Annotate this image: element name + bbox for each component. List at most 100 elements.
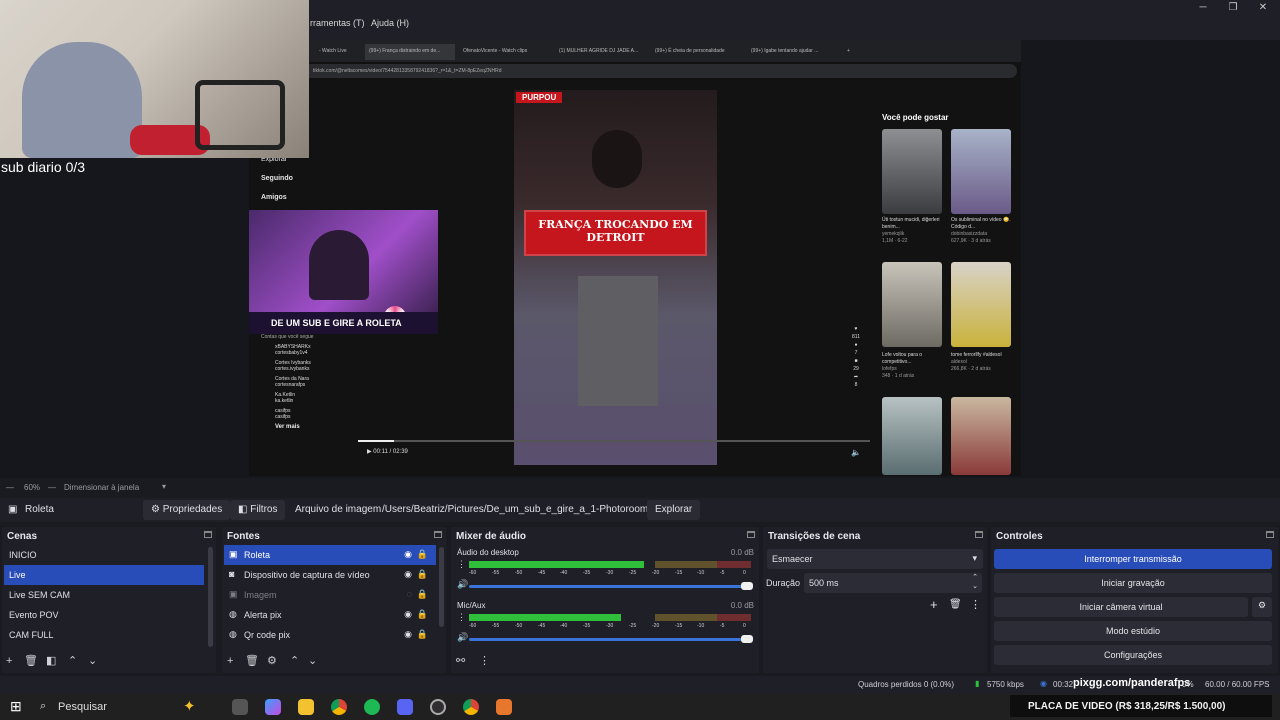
source-toolbar: ▣ Roleta ⚙ Propriedades ◧ Filtros Arquiv… [0, 498, 1280, 522]
volume-slider[interactable] [469, 635, 753, 643]
volume-icon: 🔈 [851, 448, 861, 457]
kebab-icon[interactable]: ⋮ [970, 598, 981, 611]
kebab-icon[interactable]: ⋮ [457, 559, 466, 570]
video-progress [358, 440, 870, 442]
trash-icon[interactable]: 🗑 [24, 654, 38, 667]
source-item[interactable]: ◍ Qr code pix ◉ 🔒 [224, 625, 436, 645]
meter-tick-label: -40 [560, 623, 568, 629]
speaker-icon[interactable]: 🔊 [457, 579, 468, 590]
scene-item[interactable]: Live [4, 565, 204, 585]
virtual-camera-settings-button[interactable]: ⚙ [1252, 597, 1272, 617]
filter-icon[interactable]: ◧ [46, 654, 56, 667]
meter-tick-label: -25 [629, 570, 637, 576]
minimize-icon[interactable]: ─ [1193, 2, 1213, 13]
new-tab-icon: + [847, 48, 850, 54]
slider-knob[interactable] [741, 635, 753, 643]
app-icon[interactable] [496, 699, 512, 715]
source-item[interactable]: ◍ Alerta pix ◉ 🔒 [224, 605, 436, 625]
scrollbar[interactable] [208, 547, 213, 647]
undock-icon[interactable] [1266, 531, 1274, 538]
signal-icon: ▮ [975, 679, 980, 688]
duration-input[interactable]: 500 ms ⌃ ⌄ [804, 573, 982, 593]
copilot-icon[interactable] [265, 699, 281, 715]
scrollbar[interactable] [439, 547, 444, 627]
obs-icon[interactable] [430, 699, 446, 715]
pix-url: pixgg.com/panderafps [1073, 677, 1191, 689]
filters-button[interactable]: ◧ Filtros [230, 500, 286, 520]
comment-icon: ● [854, 342, 858, 348]
undock-icon[interactable] [747, 531, 755, 538]
taskbar-search[interactable]: Pesquisar [58, 701, 107, 713]
source-item[interactable]: ▣ Imagem ◌ 🔒 [224, 585, 436, 605]
scene-item[interactable]: INICIO [4, 545, 204, 565]
close-icon[interactable]: ✕ [1253, 2, 1273, 13]
discord-icon[interactable] [397, 699, 413, 715]
volume-slider[interactable] [469, 582, 753, 590]
speaker-icon[interactable]: 🔊 [457, 632, 468, 643]
browser-tab: (99+) França distraindo em de... [365, 44, 455, 60]
slider-knob[interactable] [741, 582, 753, 590]
undock-icon[interactable] [434, 531, 442, 538]
chevron-up-icon[interactable]: ⌃ [68, 654, 77, 667]
meter-green [469, 614, 621, 621]
scene-item[interactable]: CAM FULL [4, 625, 204, 645]
source-item[interactable]: ▣ Roleta ◉ 🔒 [224, 545, 436, 565]
lock-icon[interactable]: 🔒 [417, 569, 428, 580]
browser-tabbar: - Watch Live (99+) França distraindo em … [249, 40, 1021, 62]
scenes-dock: Cenas INICIO Live Live SEM CAM Evento PO… [2, 527, 216, 673]
chevron-down-icon[interactable]: ⌄ [88, 654, 97, 667]
chevron-down-icon[interactable]: ⌄ [308, 654, 317, 667]
file-explorer-icon[interactable] [298, 699, 314, 715]
gear-icon[interactable]: ⚙ [267, 654, 277, 667]
transition-select[interactable]: Esmaecer ▾ [767, 549, 983, 569]
add-icon[interactable]: + [6, 655, 12, 667]
sparkle-icon[interactable]: ✦ [183, 697, 196, 715]
eye-hidden-icon[interactable]: ◌ [407, 589, 412, 599]
menu-help[interactable]: Ajuda (H) [371, 18, 409, 28]
stop-streaming-button[interactable]: Interromper transmissão [994, 549, 1272, 569]
eye-icon[interactable]: ◉ [404, 609, 412, 620]
trash-icon[interactable]: 🗑 [245, 654, 259, 667]
lock-icon[interactable]: 🔒 [417, 589, 428, 600]
search-icon[interactable]: ⌕ [40, 700, 46, 713]
eye-icon[interactable]: ◉ [404, 569, 412, 580]
spotify-icon[interactable] [364, 699, 380, 715]
settings-button[interactable]: Configurações [994, 645, 1272, 665]
kebab-icon[interactable]: ⋮ [457, 612, 466, 623]
scene-item[interactable]: Evento POV [4, 605, 204, 625]
chrome-icon[interactable] [463, 699, 479, 715]
add-icon[interactable]: + [227, 655, 233, 667]
start-recording-button[interactable]: Iniciar gravação [994, 573, 1272, 593]
trash-icon[interactable]: 🗑 [949, 599, 962, 610]
start-virtual-camera-button[interactable]: Iniciar câmera virtual [994, 597, 1248, 617]
scene-item[interactable]: Live SEM CAM [4, 585, 204, 605]
chevron-up-icon[interactable]: ⌃ [290, 654, 299, 667]
lock-icon[interactable]: 🔒 [417, 609, 428, 620]
task-view-icon[interactable] [232, 699, 248, 715]
kebab-icon[interactable]: ⋮ [479, 654, 490, 667]
eye-icon[interactable]: ◉ [404, 629, 412, 640]
chevron-down-icon[interactable]: ▾ [162, 482, 166, 491]
properties-button[interactable]: ⚙ Propriedades [143, 500, 231, 520]
roleta-overlay: DE UM SUB E GIRE A ROLETA [249, 210, 438, 334]
zoom-level[interactable]: 60% [24, 483, 40, 492]
stepper-icon: ⌃ ⌄ [972, 574, 978, 590]
zoom-bar: — 60% — Dimensionar à janela ▾ [0, 478, 1280, 496]
fit-mode[interactable]: Dimensionar à janela [64, 483, 139, 492]
maximize-icon[interactable]: ❐ [1223, 2, 1243, 13]
lock-icon[interactable]: 🔒 [417, 629, 428, 640]
studio-mode-button[interactable]: Modo estúdio [994, 621, 1272, 641]
chrome-icon[interactable] [331, 699, 347, 715]
eye-icon[interactable]: ◉ [404, 549, 412, 560]
link-icon[interactable]: ⚯ [456, 654, 465, 667]
lock-icon[interactable]: 🔒 [417, 549, 428, 560]
gear-icon: ⚙ [1257, 600, 1267, 610]
pix-goal-banner: PLACA DE VIDEO (R$ 318,25/R$ 1.500,00) [1010, 695, 1272, 717]
windows-start-icon[interactable]: ⊞ [10, 698, 22, 715]
source-item[interactable]: ◙ Dispositivo de captura de vídeo ◉ 🔒 [224, 565, 436, 585]
browse-button[interactable]: Explorar [647, 500, 701, 520]
undock-icon[interactable] [204, 531, 212, 538]
menu-tools[interactable]: rramentas (T) [310, 18, 365, 28]
add-icon[interactable]: + [930, 597, 938, 612]
undock-icon[interactable] [975, 531, 983, 538]
